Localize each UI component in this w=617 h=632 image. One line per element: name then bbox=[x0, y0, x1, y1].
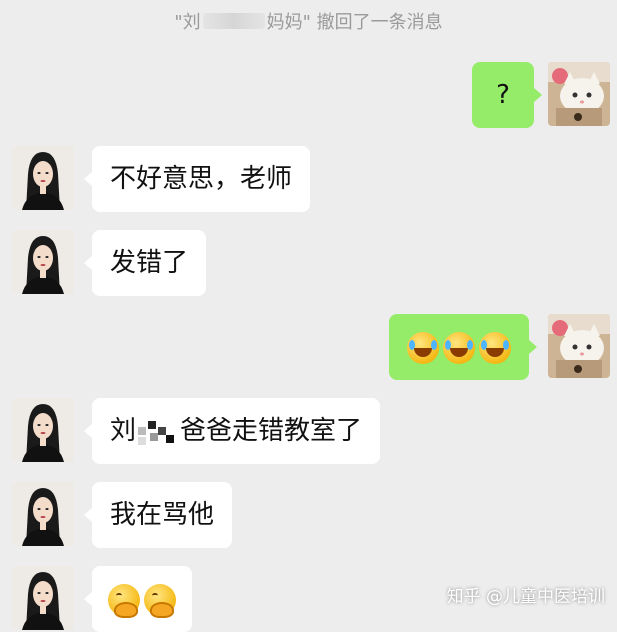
woman-portrait-icon bbox=[12, 398, 74, 462]
laughing-crying-emoji-icon bbox=[443, 331, 475, 364]
name-mosaic-censor bbox=[136, 416, 181, 447]
outgoing-message-bubble[interactable] bbox=[389, 314, 537, 380]
teacher-avatar[interactable] bbox=[12, 398, 74, 462]
my-avatar-cat[interactable] bbox=[548, 314, 610, 378]
woman-portrait-icon bbox=[12, 230, 74, 294]
teacher-avatar[interactable] bbox=[12, 230, 74, 294]
incoming-message-bubble[interactable]: 不好意思，老师 bbox=[83, 146, 311, 212]
outgoing-message-bubble[interactable]: ? bbox=[472, 62, 542, 128]
incoming-message-bubble[interactable]: 我在骂他 bbox=[83, 482, 233, 548]
incoming-message-bubble[interactable] bbox=[84, 566, 192, 632]
woman-portrait-icon bbox=[12, 146, 74, 210]
teacher-avatar[interactable] bbox=[12, 566, 74, 630]
incoming-message-bubble[interactable]: 刘 爸爸走错教室了 bbox=[83, 398, 381, 464]
message-text-after: 爸爸走错教室了 bbox=[180, 416, 363, 446]
message-text: 我在骂他 bbox=[110, 500, 215, 530]
message-text-before: 刘 bbox=[110, 416, 137, 446]
woman-portrait-icon bbox=[12, 566, 74, 630]
teacher-avatar[interactable] bbox=[12, 482, 74, 546]
message-text: 不好意思，老师 bbox=[110, 164, 293, 194]
message-text: ? bbox=[496, 80, 510, 110]
my-avatar-cat[interactable] bbox=[548, 62, 610, 126]
recalled-notice-prefix: "刘 bbox=[174, 12, 201, 33]
laughing-crying-emoji-icon bbox=[479, 331, 511, 364]
cat-avatar-icon bbox=[548, 62, 610, 126]
shy-smile-emoji-icon bbox=[144, 583, 176, 618]
laughing-crying-emoji-icon bbox=[407, 331, 439, 364]
incoming-message-bubble[interactable]: 发错了 bbox=[83, 230, 207, 296]
recalled-notice-suffix: 妈妈" 撤回了一条消息 bbox=[266, 12, 443, 33]
blurred-name-mosaic bbox=[202, 13, 265, 29]
cat-avatar-icon bbox=[548, 314, 610, 378]
recalled-message-notice: "刘 妈妈" 撤回了一条消息 bbox=[0, 8, 617, 34]
message-text: 发错了 bbox=[110, 248, 189, 278]
woman-portrait-icon bbox=[12, 482, 74, 546]
zhihu-watermark: 知乎 @儿童中医培训 bbox=[446, 587, 605, 607]
shy-smile-emoji-icon bbox=[108, 583, 140, 618]
teacher-avatar[interactable] bbox=[12, 146, 74, 210]
